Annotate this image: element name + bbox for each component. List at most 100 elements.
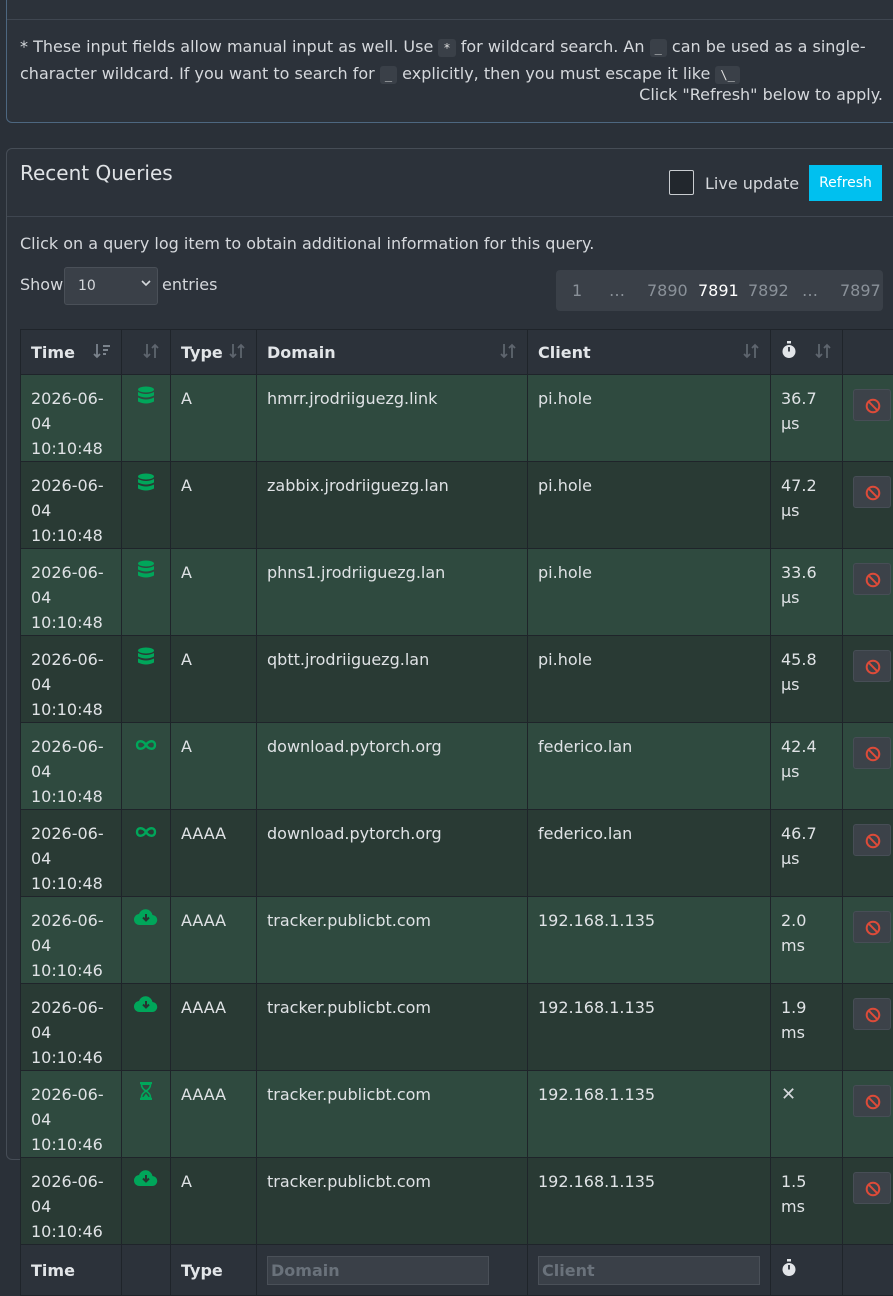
domain-filter-input[interactable] [267,1256,489,1285]
column-header-type[interactable]: Type [171,330,257,375]
date-text: 2026-06-04 [31,1172,104,1216]
footer-status-cell [122,1245,171,1296]
time-cell: 2026-06-0410:10:48 [21,810,122,897]
filter-box-divider [7,19,893,20]
query-table-wrapper: Time Type [20,329,893,1296]
table-row[interactable]: 2026-06-0410:10:48Ahmrr.jrodriiguezg.lin… [21,375,893,462]
table-row[interactable]: 2026-06-0410:10:46AAAAtracker.publicbt.c… [21,897,893,984]
panel-title: Recent Queries [20,161,173,185]
clock-text: 10:10:48 [31,787,103,806]
sort-icon [499,342,517,364]
query-log-table: Time Type [20,329,893,1296]
clock-text: 10:10:48 [31,526,103,545]
table-row[interactable]: 2026-06-0410:10:48Adownload.pytorch.orgf… [21,723,893,810]
block-button[interactable] [853,563,891,595]
page-link[interactable]: 7892 [748,281,789,300]
footer-time-label: Time [21,1245,122,1296]
table-row[interactable]: 2026-06-0410:10:48AAAAdownload.pytorch.o… [21,810,893,897]
live-update-label[interactable]: Live update [705,174,799,193]
block-button[interactable] [853,911,891,943]
time-cell: 2026-06-0410:10:48 [21,462,122,549]
type-cell: AAAA [171,984,257,1071]
footer-client-cell [528,1245,771,1296]
clock-text: 10:10:48 [31,613,103,632]
block-button[interactable] [853,650,891,682]
block-button[interactable] [853,1172,891,1204]
block-button[interactable] [853,1085,891,1117]
stopwatch-icon [781,1262,797,1281]
domain-cell: zabbix.jrodriiguezg.lan [257,462,528,549]
date-text: 2026-06-04 [31,911,104,955]
live-update-checkbox[interactable] [669,170,694,195]
column-header-status[interactable] [122,330,171,375]
wildcard-code-snippet: \_ [715,66,739,84]
refresh-button[interactable]: Refresh [809,165,882,201]
panel-header: Recent Queries Live update Refresh [7,149,893,217]
block-button[interactable] [853,824,891,856]
stopwatch-icon [781,344,797,363]
sort-icon [228,342,246,364]
status-cell [122,810,171,897]
block-button[interactable] [853,737,891,769]
block-button[interactable] [853,389,891,421]
table-row[interactable]: 2026-06-04 10:10:46 AAAAtracker.publicbt.c… [21,1071,893,1158]
column-header-reply-time[interactable] [771,330,843,375]
type-cell: A [171,723,257,810]
action-cell [843,897,893,984]
domain-cell: tracker.publicbt.com [257,1071,528,1158]
time-cell: 2026-06-04 10:10:46 [21,1071,122,1158]
wildcard-code-snippet: _ [380,66,397,84]
domain-cell: tracker.publicbt.com [257,1158,528,1245]
reply-time-text: 36.7 µs [781,389,817,433]
action-cell [843,810,893,897]
block-button[interactable] [853,476,891,508]
reply-time-text: 46.7 µs [781,824,817,868]
clock-text: 10:10:48 [31,874,103,893]
clock-text: 10:10:46 [31,1135,103,1154]
time-cell: 2026-06-0410:10:48 [21,723,122,810]
page-link-first[interactable]: 1 [572,281,582,300]
entries-select[interactable]: 10 [64,267,158,305]
reply-time-text: 1.9 ms [781,998,806,1042]
page-link-last[interactable]: 7897 [840,281,881,300]
client-cell: pi.hole [528,636,771,723]
table-row[interactable]: 2026-06-0410:10:48Aphns1.jrodriiguezg.la… [21,549,893,636]
table-row[interactable]: 2026-06-0410:10:46AAAAtracker.publicbt.c… [21,984,893,1071]
reply-time-cell: 45.8 µs [771,636,843,723]
column-header-client[interactable]: Client [528,330,771,375]
type-cell: AAAA [171,1071,257,1158]
date-text: 2026-06-04 [31,998,104,1042]
clock-text: 10:10:46 [31,1222,103,1241]
sort-icon [814,342,832,364]
header-domain-label: Domain [267,343,336,362]
type-cell: A [171,375,257,462]
block-button[interactable] [853,998,891,1030]
page-link[interactable]: 7890 [647,281,688,300]
table-row[interactable]: 2026-06-0410:10:48Aqbtt.jrodriiguezg.lan… [21,636,893,723]
page-link-current[interactable]: 7891 [698,281,739,300]
column-header-domain[interactable]: Domain [257,330,528,375]
column-header-time[interactable]: Time [21,330,122,375]
show-label: Show [20,275,63,294]
client-filter-input[interactable] [538,1256,760,1285]
clock-text: 10:10:48 [31,439,103,458]
reply-time-cell: 46.7 µs [771,810,843,897]
action-cell [843,549,893,636]
status-cell [122,1071,171,1158]
hourglass-icon [139,1085,153,1104]
client-cell: 192.168.1.135 [528,1158,771,1245]
reply-time-text: 47.2 µs [781,476,817,520]
domain-cell: qbtt.jrodriiguezg.lan [257,636,528,723]
cloud-download-icon [134,1172,158,1191]
type-cell: A [171,1158,257,1245]
clock-text: 10:10:46 [31,961,103,980]
date-text: 2026-06-04 [31,1085,104,1129]
footer-domain-cell [257,1245,528,1296]
table-row[interactable]: 2026-06-04 10:10:46 Atracker.publicbt.com1… [21,1158,893,1245]
reply-time-cell: 33.6 µs [771,549,843,636]
date-text: 2026-06-04 [31,563,104,607]
table-row[interactable]: 2026-06-0410:10:48Azabbix.jrodriiguezg.l… [21,462,893,549]
clock-text: 10:10:46 [31,1048,103,1067]
status-cell [122,636,171,723]
reply-time-cell: 1.9 ms [771,984,843,1071]
